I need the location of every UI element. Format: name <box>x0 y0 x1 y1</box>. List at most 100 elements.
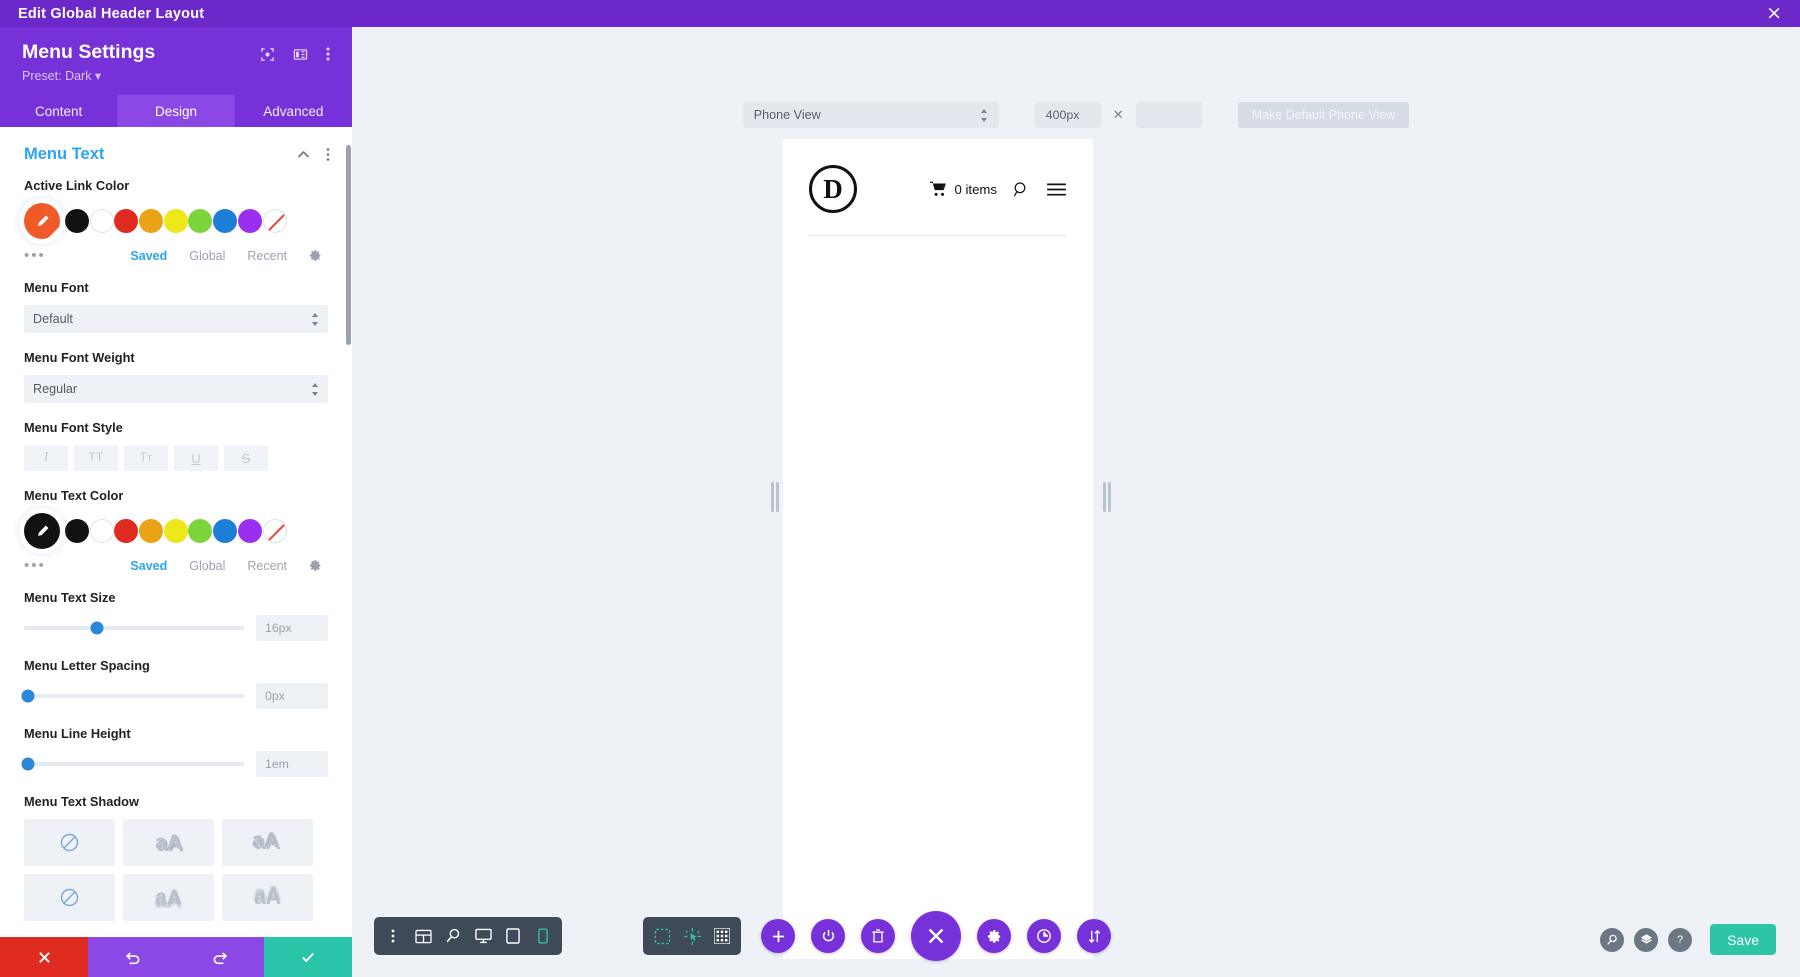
swatch-orange[interactable] <box>139 209 163 233</box>
swatch-yellow[interactable] <box>164 519 188 543</box>
shadow-preset-4[interactable]: aA <box>123 874 214 921</box>
cart-widget[interactable]: 0 items <box>930 181 997 197</box>
panel-scrollbar[interactable] <box>346 145 351 345</box>
italic-button[interactable]: I <box>24 445 68 471</box>
palette-tab-recent[interactable]: Recent <box>247 559 287 573</box>
swatch-orange[interactable] <box>139 519 163 543</box>
shadow-preset-none[interactable] <box>24 819 115 866</box>
swatch-blue[interactable] <box>213 209 237 233</box>
menu-letter-spacing-slider[interactable] <box>24 694 244 698</box>
more-colors-icon[interactable]: ••• <box>24 558 46 573</box>
swatch-red[interactable] <box>114 209 138 233</box>
menu-text-size-input[interactable]: 16px <box>256 615 328 641</box>
add-section-button[interactable] <box>761 919 795 953</box>
help-icon[interactable]: ? <box>1668 928 1692 952</box>
tab-advanced[interactable]: Advanced <box>235 95 352 127</box>
palette-tab-recent[interactable]: Recent <box>247 249 287 263</box>
swatch-blue[interactable] <box>213 519 237 543</box>
power-toggle-button[interactable] <box>811 919 845 953</box>
gear-icon[interactable] <box>309 249 322 262</box>
capitalize-button[interactable]: TT <box>124 445 168 471</box>
kebab-menu-icon[interactable] <box>378 917 408 955</box>
palette-tab-global[interactable]: Global <box>189 249 225 263</box>
swatch-white[interactable] <box>90 209 114 233</box>
wireframe-icon[interactable] <box>408 917 438 955</box>
sort-portability-button[interactable] <box>1077 919 1111 953</box>
phone-icon[interactable] <box>528 917 558 955</box>
target-icon[interactable] <box>260 47 275 62</box>
search-icon[interactable] <box>1013 181 1030 198</box>
hamburger-icon[interactable] <box>1046 182 1067 197</box>
cancel-button[interactable] <box>0 937 88 977</box>
menu-letter-spacing-input[interactable]: 0px <box>256 683 328 709</box>
underline-button[interactable]: U <box>174 445 218 471</box>
swatch-purple[interactable] <box>238 519 262 543</box>
preset-selector[interactable]: Preset: Dark ▾ <box>22 68 155 83</box>
swatch-red[interactable] <box>114 519 138 543</box>
shadow-preset-3[interactable] <box>24 874 115 921</box>
close-icon[interactable]: × <box>1766 4 1782 23</box>
more-colors-icon[interactable]: ••• <box>24 248 46 263</box>
chevron-up-icon[interactable] <box>297 150 310 159</box>
kebab-menu-icon[interactable] <box>326 147 330 162</box>
swatch-green[interactable] <box>188 519 212 543</box>
click-select-icon[interactable] <box>647 917 677 955</box>
swatch-black[interactable] <box>65 209 89 233</box>
slider-knob[interactable] <box>22 690 35 703</box>
color-picker-menu-text[interactable] <box>24 513 60 549</box>
zoom-out-icon[interactable] <box>438 917 468 955</box>
hover-mode-icon[interactable] <box>677 917 707 955</box>
palette-tab-saved[interactable]: Saved <box>130 249 167 263</box>
menu-font-select[interactable]: Default <box>24 305 328 333</box>
columns-icon[interactable] <box>293 47 308 62</box>
palette-tab-global[interactable]: Global <box>189 559 225 573</box>
view-mode-select[interactable]: Phone View <box>743 102 999 128</box>
color-picker-active-link[interactable] <box>24 203 60 239</box>
redo-button[interactable] <box>176 937 264 977</box>
settings-gear-button[interactable] <box>977 919 1011 953</box>
shadow-preset-2[interactable]: aA <box>222 819 313 866</box>
strikethrough-button[interactable]: S <box>224 445 268 471</box>
swatch-white[interactable] <box>90 519 114 543</box>
swatch-transparent[interactable] <box>263 209 287 233</box>
history-clock-button[interactable] <box>1027 919 1061 953</box>
shadow-preset-1[interactable]: aA <box>123 819 214 866</box>
make-default-phone-view-button[interactable]: Make Default Phone View <box>1238 102 1410 128</box>
desktop-icon[interactable] <box>468 917 498 955</box>
undo-button[interactable] <box>88 937 176 977</box>
search-icon[interactable] <box>1600 928 1624 952</box>
swatch-black[interactable] <box>65 519 89 543</box>
menu-font-weight-select[interactable]: Regular <box>24 375 328 403</box>
save-button[interactable]: Save <box>1710 924 1776 955</box>
tablet-icon[interactable] <box>498 917 528 955</box>
palette-tab-saved[interactable]: Saved <box>130 559 167 573</box>
swatch-green[interactable] <box>188 209 212 233</box>
menu-line-height-slider[interactable] <box>24 762 244 766</box>
resize-handle-left[interactable] <box>771 482 774 512</box>
preview-nav: 0 items <box>930 181 1067 198</box>
menu-line-height-input[interactable]: 1em <box>256 751 328 777</box>
tab-content[interactable]: Content <box>0 95 117 127</box>
slider-knob[interactable] <box>22 758 35 771</box>
uppercase-button[interactable]: TT <box>74 445 118 471</box>
confirm-button[interactable] <box>264 937 352 977</box>
layers-icon[interactable] <box>1634 928 1658 952</box>
menu-text-size-slider[interactable] <box>24 626 244 630</box>
swatch-yellow[interactable] <box>164 209 188 233</box>
viewport-height-input[interactable] <box>1136 102 1202 128</box>
slider-knob[interactable] <box>90 622 103 635</box>
shadow-preset-5[interactable]: aA <box>222 874 313 921</box>
tab-design[interactable]: Design <box>117 95 234 127</box>
trash-icon-button[interactable] <box>861 919 895 953</box>
close-builder-button[interactable] <box>911 911 961 961</box>
swatch-purple[interactable] <box>238 209 262 233</box>
grid-icon[interactable] <box>707 917 737 955</box>
module-settings-panel: Menu Settings Preset: Dark ▾ <box>0 27 352 977</box>
gear-icon[interactable] <box>309 559 322 572</box>
swatch-transparent[interactable] <box>263 519 287 543</box>
kebab-menu-icon[interactable] <box>326 46 330 62</box>
panel-title: Menu Settings <box>22 41 155 64</box>
resize-handle-right[interactable] <box>1103 482 1106 512</box>
viewport-width-input[interactable]: 400px <box>1035 102 1101 128</box>
preview-site-header: D 0 items <box>783 139 1093 213</box>
